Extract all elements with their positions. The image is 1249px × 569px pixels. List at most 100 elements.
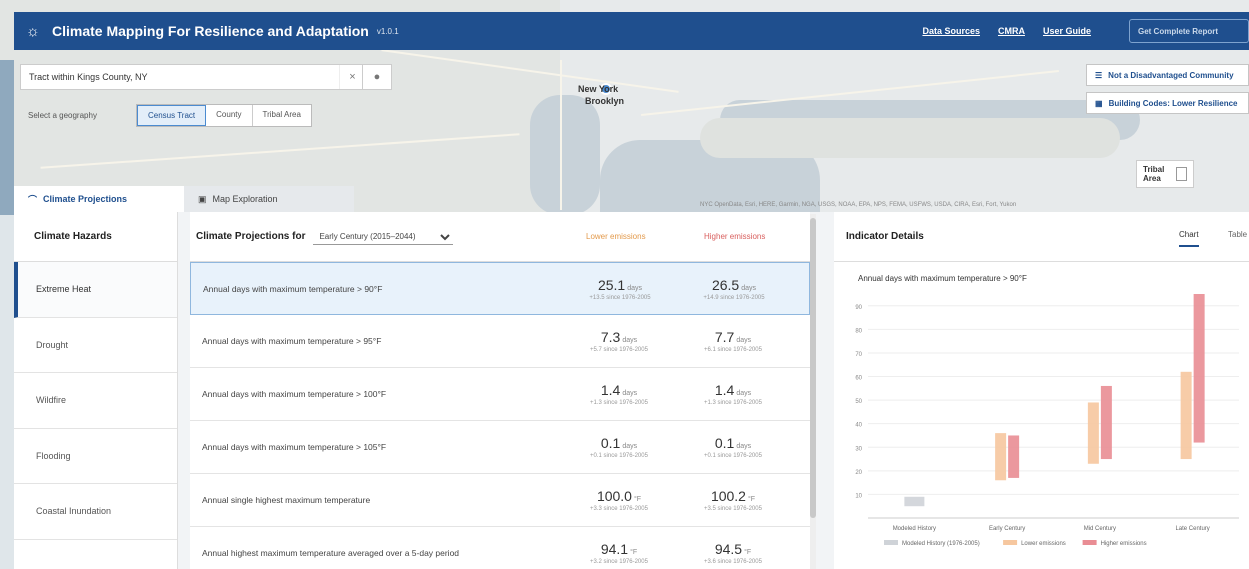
lower-range: +0.1 since 1976-2005: [590, 453, 648, 459]
lower-value-cell: 7.3 days +5.7 since 1976-2005: [574, 329, 664, 353]
tab-climate-projections[interactable]: ⌒ Climate Projections: [14, 186, 184, 212]
layer-building-codes-label: Building Codes: Lower Resilience: [1108, 98, 1238, 108]
lower-value-cell: 94.1 °F +3.2 since 1976-2005: [574, 541, 664, 565]
projection-row[interactable]: Annual single highest maximum temperatur…: [190, 474, 810, 527]
higher-unit: days: [741, 284, 757, 292]
lower-value: 7.3: [600, 329, 621, 345]
indicator-name: Annual days with maximum temperature > 9…: [203, 283, 383, 294]
higher-emissions-header: Higher emissions: [704, 232, 766, 241]
layer-building-codes-toggle[interactable]: ▦ Building Codes: Lower Resilience: [1086, 92, 1249, 114]
higher-unit: days: [736, 390, 752, 397]
layer-disadvantaged-label: Not a Disadvantaged Community: [1108, 70, 1234, 80]
sidebar-item-extreme-heat[interactable]: Extreme Heat: [14, 262, 177, 318]
x-tick-label: Late Century: [1175, 526, 1209, 532]
app-version: v1.0.1: [376, 26, 399, 36]
higher-unit: °F: [747, 496, 756, 503]
map-icon: ▣: [198, 193, 207, 204]
report-button[interactable]: Get Complete Report: [1129, 19, 1249, 43]
sidebar-item-flooding[interactable]: Flooding: [14, 429, 177, 484]
tribal-area-toggle[interactable]: Tribal Area: [1136, 160, 1194, 188]
higher-unit: days: [736, 443, 752, 450]
indicator-name: Annual days with maximum temperature > 1…: [202, 389, 387, 399]
projection-row[interactable]: Annual days with maximum temperature > 1…: [190, 368, 810, 421]
tab-map-exploration[interactable]: ▣ Map Exploration: [184, 186, 354, 212]
option-tribal-area[interactable]: Tribal Area: [253, 105, 311, 126]
tab-chart[interactable]: Chart: [1179, 230, 1199, 247]
projections-header: Climate Projections for Early Century (2…: [190, 212, 810, 262]
lower-unit: °F: [630, 549, 638, 556]
lower-unit: °F: [633, 496, 642, 503]
range-bar: [1087, 402, 1099, 464]
map-label-new-york: New York: [578, 84, 619, 94]
lower-value: 0.1: [600, 435, 621, 451]
y-tick-label: 50: [855, 399, 862, 405]
higher-range: +1.3 since 1976-2005: [704, 400, 762, 406]
building-icon: ▦: [1095, 98, 1103, 108]
higher-value-cell: 100.2 °F +3.5 since 1976-2005: [688, 488, 778, 512]
range-bar: [904, 496, 925, 507]
y-tick-label: 40: [855, 423, 862, 429]
link-cmra[interactable]: CMRA: [998, 26, 1025, 36]
higher-range: +3.5 since 1976-2005: [704, 506, 762, 512]
lower-range: +1.3 since 1976-2005: [590, 400, 648, 406]
tab-label: Climate Projections: [43, 194, 128, 204]
projection-row[interactable]: Annual days with maximum temperature > 1…: [190, 421, 810, 474]
option-census-tract[interactable]: Census Tract: [137, 105, 207, 126]
detail-title: Indicator Details: [846, 231, 924, 242]
lower-range: +3.3 since 1976-2005: [590, 506, 648, 512]
higher-range: +6.1 since 1976-2005: [704, 347, 762, 353]
y-tick-label: 60: [855, 376, 862, 382]
chart-title: Annual days with maximum temperature > 9…: [858, 274, 1027, 283]
projection-row[interactable]: Annual highest maximum temperature avera…: [190, 527, 810, 569]
sidebar-item-wildfire[interactable]: Wildfire: [14, 373, 177, 429]
sidebar-item-coastal-inundation[interactable]: Coastal Inundation: [14, 484, 177, 540]
header-links: Data Sources CMRA User Guide Get Complet…: [922, 19, 1249, 43]
tribal-area-checkbox[interactable]: [1175, 167, 1187, 181]
legend-swatch: [1082, 540, 1097, 545]
tab-table[interactable]: Table: [1228, 230, 1247, 239]
app-title: Climate Mapping For Resilience and Adapt…: [52, 23, 369, 39]
period-select[interactable]: Early Century (2015–2044): [313, 228, 454, 245]
y-tick-label: 80: [855, 328, 862, 334]
legend-label: Modeled History (1976-2005): [902, 541, 980, 547]
option-county[interactable]: County: [206, 105, 253, 126]
layers-icon: ☰: [1095, 70, 1103, 80]
sidebar-item-drought[interactable]: Drought: [14, 318, 177, 373]
projection-row[interactable]: Annual days with maximum temperature > 9…: [190, 262, 810, 315]
indicator-name: Annual single highest maximum temperatur…: [202, 495, 371, 505]
lower-value-cell: 25.1 days +13.5 since 1976-2005: [575, 277, 665, 301]
indicator-chart: 10 20 30 40 50 60 70 80 90 Modeled History Early C…: [855, 294, 1239, 547]
tribal-area-label: Tribal Area: [1143, 165, 1165, 183]
geography-options: Census Tract County Tribal Area: [136, 104, 312, 127]
link-data-sources[interactable]: Data Sources: [922, 26, 980, 36]
projection-rows: Annual days with maximum temperature > 9…: [190, 262, 810, 569]
scrollbar-thumb[interactable]: [810, 218, 816, 518]
y-tick-label: 70: [855, 352, 862, 358]
content-area: Climate Hazards Extreme Heat Drought Wil…: [14, 212, 1249, 569]
higher-unit: days: [736, 337, 752, 344]
projection-row[interactable]: Annual days with maximum temperature > 9…: [190, 315, 810, 368]
search-input[interactable]: [21, 65, 339, 89]
lower-value: 94.1: [600, 541, 629, 557]
y-tick-label: 30: [855, 446, 862, 452]
sidebar-header: Climate Hazards: [14, 212, 177, 262]
indicator-name: Annual highest maximum temperature avera…: [202, 548, 460, 558]
scrollbar[interactable]: [810, 214, 816, 569]
layer-disadvantaged-toggle[interactable]: ☰ Not a Disadvantaged Community: [1086, 64, 1249, 86]
y-tick-label: 90: [855, 305, 862, 311]
lower-unit: days: [622, 337, 638, 344]
lower-value-cell: 1.4 days +1.3 since 1976-2005: [574, 382, 664, 406]
higher-unit: °F: [744, 549, 752, 556]
geography-label: Select a geography: [28, 111, 97, 120]
higher-value-cell: 1.4 days +1.3 since 1976-2005: [688, 382, 778, 406]
range-bar: [1180, 371, 1192, 460]
projections-panel: Climate Projections for Early Century (2…: [190, 212, 810, 569]
locate-button[interactable]: ●: [362, 64, 392, 90]
link-user-guide[interactable]: User Guide: [1043, 26, 1091, 36]
location-icon: ●: [373, 71, 381, 83]
lower-value-cell: 0.1 days +0.1 since 1976-2005: [574, 435, 664, 459]
detail-header: Indicator Details Chart Table: [834, 212, 1249, 262]
range-bar: [995, 433, 1007, 481]
higher-value: 7.7: [714, 329, 735, 345]
legend-swatch: [884, 540, 898, 545]
